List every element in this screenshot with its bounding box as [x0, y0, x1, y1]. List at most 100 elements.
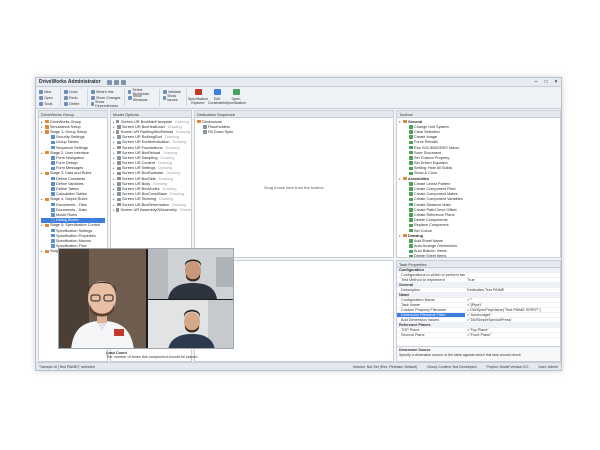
- list-item-label: Screen UR BoxRunbase: [122, 171, 164, 176]
- sidebar-item-label: Calculation Tables: [56, 192, 87, 197]
- close-icon[interactable]: ×: [551, 78, 561, 86]
- sidebar-item-label: Form Messages: [56, 166, 84, 171]
- expand-icon[interactable]: ▸: [41, 151, 44, 155]
- expand-icon[interactable]: ▸: [113, 197, 116, 201]
- technician-icon: [128, 89, 132, 94]
- property-value[interactable]: ="DWSimpleSpecialPress": [465, 318, 560, 322]
- list-item[interactable]: ▸ Screen UR BoxRunbase Drawing: [113, 171, 189, 176]
- expand-icon[interactable]: ▸: [113, 192, 116, 196]
- expand-icon[interactable]: ▸: [41, 197, 44, 201]
- expand-icon[interactable]: ▾: [399, 234, 402, 238]
- expand-icon[interactable]: ▸: [41, 120, 44, 124]
- toolbox-item-label: Set Custom Property: [414, 155, 450, 160]
- property-value[interactable]: ="Top Plane": [465, 328, 560, 332]
- whats-this-button[interactable]: What's this: [91, 89, 113, 94]
- sequence-item[interactable]: Fill Down Spec: [197, 129, 391, 134]
- redo-icon[interactable]: [120, 79, 126, 85]
- list-item[interactable]: ▸ Screen UR Foundations Drawing: [113, 145, 189, 150]
- property-value[interactable]: ="Autobudget": [465, 313, 560, 317]
- undo-button[interactable]: Undo: [64, 89, 78, 94]
- drawing-icon: [117, 182, 121, 186]
- expand-icon[interactable]: ▸: [113, 120, 115, 124]
- expand-icon[interactable]: ▸: [41, 171, 44, 175]
- expand-icon[interactable]: ▸: [113, 146, 116, 150]
- property-name: Reference Planes: [399, 323, 431, 327]
- node-icon: [51, 161, 55, 165]
- property-value[interactable]: ="": [465, 298, 560, 302]
- edit-constraints-button[interactable]: Edit Constraints: [208, 89, 226, 105]
- expand-icon[interactable]: ▸: [113, 177, 116, 181]
- expand-icon[interactable]: ▸: [113, 161, 116, 165]
- list-item[interactable]: ▸ Screen UR AssemblyOfAssemblyDrawing: [113, 207, 191, 212]
- stage-icon: [45, 223, 49, 228]
- list-item-note: Drawing: [157, 161, 172, 166]
- video-call-overlay[interactable]: [58, 248, 234, 349]
- node-icon: [51, 156, 55, 160]
- sidebar-item-label: Stage 3: Data and Rules: [50, 171, 92, 176]
- category-icon: [403, 176, 407, 181]
- save-icon[interactable]: [106, 79, 112, 85]
- sidebar-item[interactable]: ▸ Stage 5: Specification Control: [41, 223, 105, 228]
- expand-icon[interactable]: ▸: [113, 156, 116, 160]
- property-name: Configuration: [399, 268, 424, 272]
- list-item-note: Drawing: [176, 129, 191, 134]
- show-dependencies-button[interactable]: Show Dependencies: [91, 100, 121, 108]
- maximize-icon[interactable]: □: [541, 78, 551, 86]
- expand-icon[interactable]: ▸: [41, 223, 44, 227]
- expand-icon[interactable]: ▸: [113, 171, 116, 175]
- window-controls: – □ ×: [531, 78, 561, 86]
- expand-icon[interactable]: ▸: [113, 135, 116, 139]
- property-row[interactable]: Second Plane ="Front Plane": [397, 333, 560, 338]
- expand-icon[interactable]: ▸: [113, 130, 115, 134]
- expand-icon[interactable]: ▸: [113, 203, 116, 207]
- constraints-icon: [213, 89, 221, 95]
- undo-icon[interactable]: [113, 79, 119, 85]
- expand-icon[interactable]: ▾: [399, 177, 402, 181]
- list-item-label: Screen UR BoxModes: [122, 187, 160, 192]
- toolbox-item[interactable]: Delete Sheet Items: [399, 254, 558, 257]
- show-issues-button[interactable]: Show Issues: [163, 94, 183, 102]
- explorer-icon: [194, 89, 202, 95]
- expand-icon[interactable]: ▸: [113, 187, 116, 191]
- expand-icon[interactable]: ▸: [41, 130, 44, 134]
- minimize-icon[interactable]: –: [531, 78, 541, 86]
- tools-button[interactable]: Tools: [39, 101, 52, 106]
- node-icon: [51, 202, 55, 207]
- redo-button[interactable]: Redo: [64, 95, 78, 100]
- expand-icon[interactable]: ▸: [113, 208, 115, 212]
- list-item[interactable]: ▸ Screen UR Ra4bng/BoxReload Drawing: [113, 129, 191, 134]
- toolbox-item-label: General: [408, 119, 423, 124]
- list-item[interactable]: ▸ Screen UR BoxReformation Drawing: [113, 202, 189, 207]
- property-value[interactable]: True: [465, 278, 560, 282]
- property-name: Add Dimension Values: [401, 318, 440, 322]
- expand-icon[interactable]: ▾: [399, 120, 402, 124]
- list-item[interactable]: ▸ Screen UR ExciterIndication Drawing: [113, 140, 189, 145]
- toolbox-item-label: Run SOLIDWORKS Macro: [414, 145, 460, 150]
- new-button[interactable]: New: [39, 89, 51, 94]
- property-value[interactable]: ="Front Plane": [465, 333, 560, 337]
- open-specification-button[interactable]: Open Specification: [226, 89, 246, 105]
- list-item[interactable]: ▸ Screen UR Ra4bngSort Drawing: [113, 135, 189, 140]
- list-item[interactable]: ▸ Screen UR BoxCoverBase Drawing: [113, 192, 189, 197]
- list-item[interactable]: ▸ Screen UR BoxHeatLoad Drawing: [113, 124, 189, 129]
- expand-icon[interactable]: ▸: [113, 182, 116, 186]
- property-value[interactable]: ="(Pipe)": [465, 303, 560, 307]
- expand-icon[interactable]: ▸: [113, 125, 116, 129]
- sidebar-item-label: Model Rules: [56, 212, 78, 217]
- expand-icon[interactable]: ▸: [41, 125, 44, 129]
- expand-icon[interactable]: ▸: [41, 249, 44, 253]
- toolbox-item-label: Create Component Pitch: [414, 187, 456, 192]
- delete-button[interactable]: Delete: [64, 101, 79, 106]
- toolbox-item-label: Create Reference Plane: [414, 212, 455, 217]
- property-value[interactable]: =.DWSpecPropValue("Test PAIME SPIRIT"): [465, 308, 560, 312]
- list-item-label: Screen UR Settings: [122, 166, 156, 171]
- list-item[interactable]: ▸ Screen UR BoxMainFaceplate Drawing: [113, 119, 189, 124]
- expand-icon[interactable]: ▸: [113, 151, 116, 155]
- expand-icon[interactable]: ▸: [113, 140, 116, 144]
- list-item-note: Drawing: [167, 124, 182, 129]
- expand-icon[interactable]: ▸: [113, 166, 116, 170]
- open-button[interactable]: Open: [39, 95, 53, 100]
- show-windows-button[interactable]: Show Windows: [128, 94, 156, 102]
- property-value[interactable]: Dedicates Test PAIME: [465, 288, 560, 292]
- specification-explorer-button[interactable]: Specification Explorer: [188, 89, 208, 105]
